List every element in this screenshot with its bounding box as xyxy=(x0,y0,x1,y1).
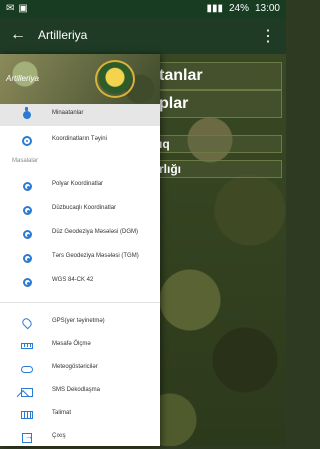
status-icons-left: ✉ ▣ xyxy=(6,3,28,14)
target-icon xyxy=(21,135,33,147)
menu-item-label: Çıxış xyxy=(52,433,66,439)
radio-icon xyxy=(21,276,33,288)
ruler-icon xyxy=(21,340,33,352)
radio-icon xyxy=(21,204,33,216)
menu-item-label: Düzbucaqlı Koordinatlar xyxy=(52,205,117,211)
signal-icon: ▮▮▮ xyxy=(206,3,223,14)
menu-item-label: Tərs Geodeziya Məsələsi (TGM) xyxy=(52,253,139,259)
menu-item-label: Polyar Koordinatlar xyxy=(52,181,104,187)
menu-item-gps[interactable]: GPS(yer təyinetmə) xyxy=(0,312,160,334)
menu-item-label: SMS Dekodlaşma xyxy=(52,387,101,393)
battery-percent: 24% xyxy=(228,3,249,14)
radio-icon xyxy=(21,252,33,264)
status-bar: ✉ ▣ ▮▮▮ 24% 13:00 xyxy=(0,0,286,18)
app-toolbar: ← Artilleriya ⋮ xyxy=(0,18,286,54)
menu-item-label: Meteogöstəricilər xyxy=(52,364,98,370)
menu-item-minaatanlar[interactable]: Minaatanlar xyxy=(0,104,160,126)
mail-notification-icon: ✉ xyxy=(6,3,15,14)
menu-item-koordinatlarin-teyini[interactable]: Koordinatların Təyini xyxy=(0,130,160,152)
drawer-divider xyxy=(0,302,160,303)
exit-icon xyxy=(21,432,33,444)
menu-item-duzbucaqli[interactable]: Düzbucaqlı Koordinatlar xyxy=(0,199,160,221)
image-notification-icon: ▣ xyxy=(18,3,28,14)
menu-item-wgs84[interactable]: WGS 84-CK 42 xyxy=(0,271,160,293)
bomb-icon xyxy=(21,107,33,121)
menu-item-polyar[interactable]: Polyar Koordinatlar xyxy=(0,175,160,197)
overflow-menu-icon[interactable]: ⋮ xyxy=(260,26,276,46)
menu-item-dgm[interactable]: Düz Geodeziya Məsələsi (DGM) xyxy=(0,223,160,245)
menu-item-label: Düz Geodeziya Məsələsi (DGM) xyxy=(52,229,139,235)
keyboard-icon xyxy=(21,409,33,421)
menu-item-meteo[interactable]: Meteogöstəricilər xyxy=(0,358,160,380)
menu-item-talimat[interactable]: Talimat xyxy=(0,404,160,426)
menu-item-tgm[interactable]: Tərs Geodeziya Məsələsi (TGM) xyxy=(0,247,160,269)
status-time: 13:00 xyxy=(254,3,280,14)
background-button-3[interactable]: ıq xyxy=(150,135,282,153)
background-button-1[interactable]: tanlar xyxy=(150,62,282,90)
back-arrow-icon[interactable]: ← xyxy=(10,26,26,44)
drawer-header: Artilleriya xyxy=(0,54,160,104)
gps-icon xyxy=(20,316,34,330)
menu-item-label: Talimat xyxy=(52,410,72,416)
menu-item-label: Koordinatların Təyini xyxy=(52,136,107,142)
radio-icon xyxy=(21,228,33,240)
menu-item-mesafe-olcme[interactable]: Məsafə Ölçmə xyxy=(0,335,160,357)
toolbar-title: Artilleriya xyxy=(38,28,88,42)
radio-icon xyxy=(21,180,33,192)
drawer-app-name: Artilleriya xyxy=(6,74,39,83)
section-title-masalalar: Masalalar xyxy=(12,158,39,164)
navigation-drawer: Artilleriya Minaatanlar Koordinatların T… xyxy=(0,54,160,446)
menu-item-label: Məsafə Ölçmə xyxy=(52,341,91,347)
menu-item-label: Minaatanlar xyxy=(52,110,84,116)
status-icons-right: ▮▮▮ 24% 13:00 xyxy=(206,3,280,14)
menu-item-sms[interactable]: SMS Dekodlaşma xyxy=(0,381,160,403)
mail-icon xyxy=(21,386,33,398)
background-button-2[interactable]: plar xyxy=(150,90,282,118)
menu-item-label: WGS 84-CK 42 xyxy=(52,277,94,283)
background-button-4[interactable]: rlığı xyxy=(150,160,282,178)
menu-item-label: GPS(yer təyinetmə) xyxy=(52,318,105,324)
cloud-icon xyxy=(21,363,33,375)
emblem-logo xyxy=(95,60,135,98)
